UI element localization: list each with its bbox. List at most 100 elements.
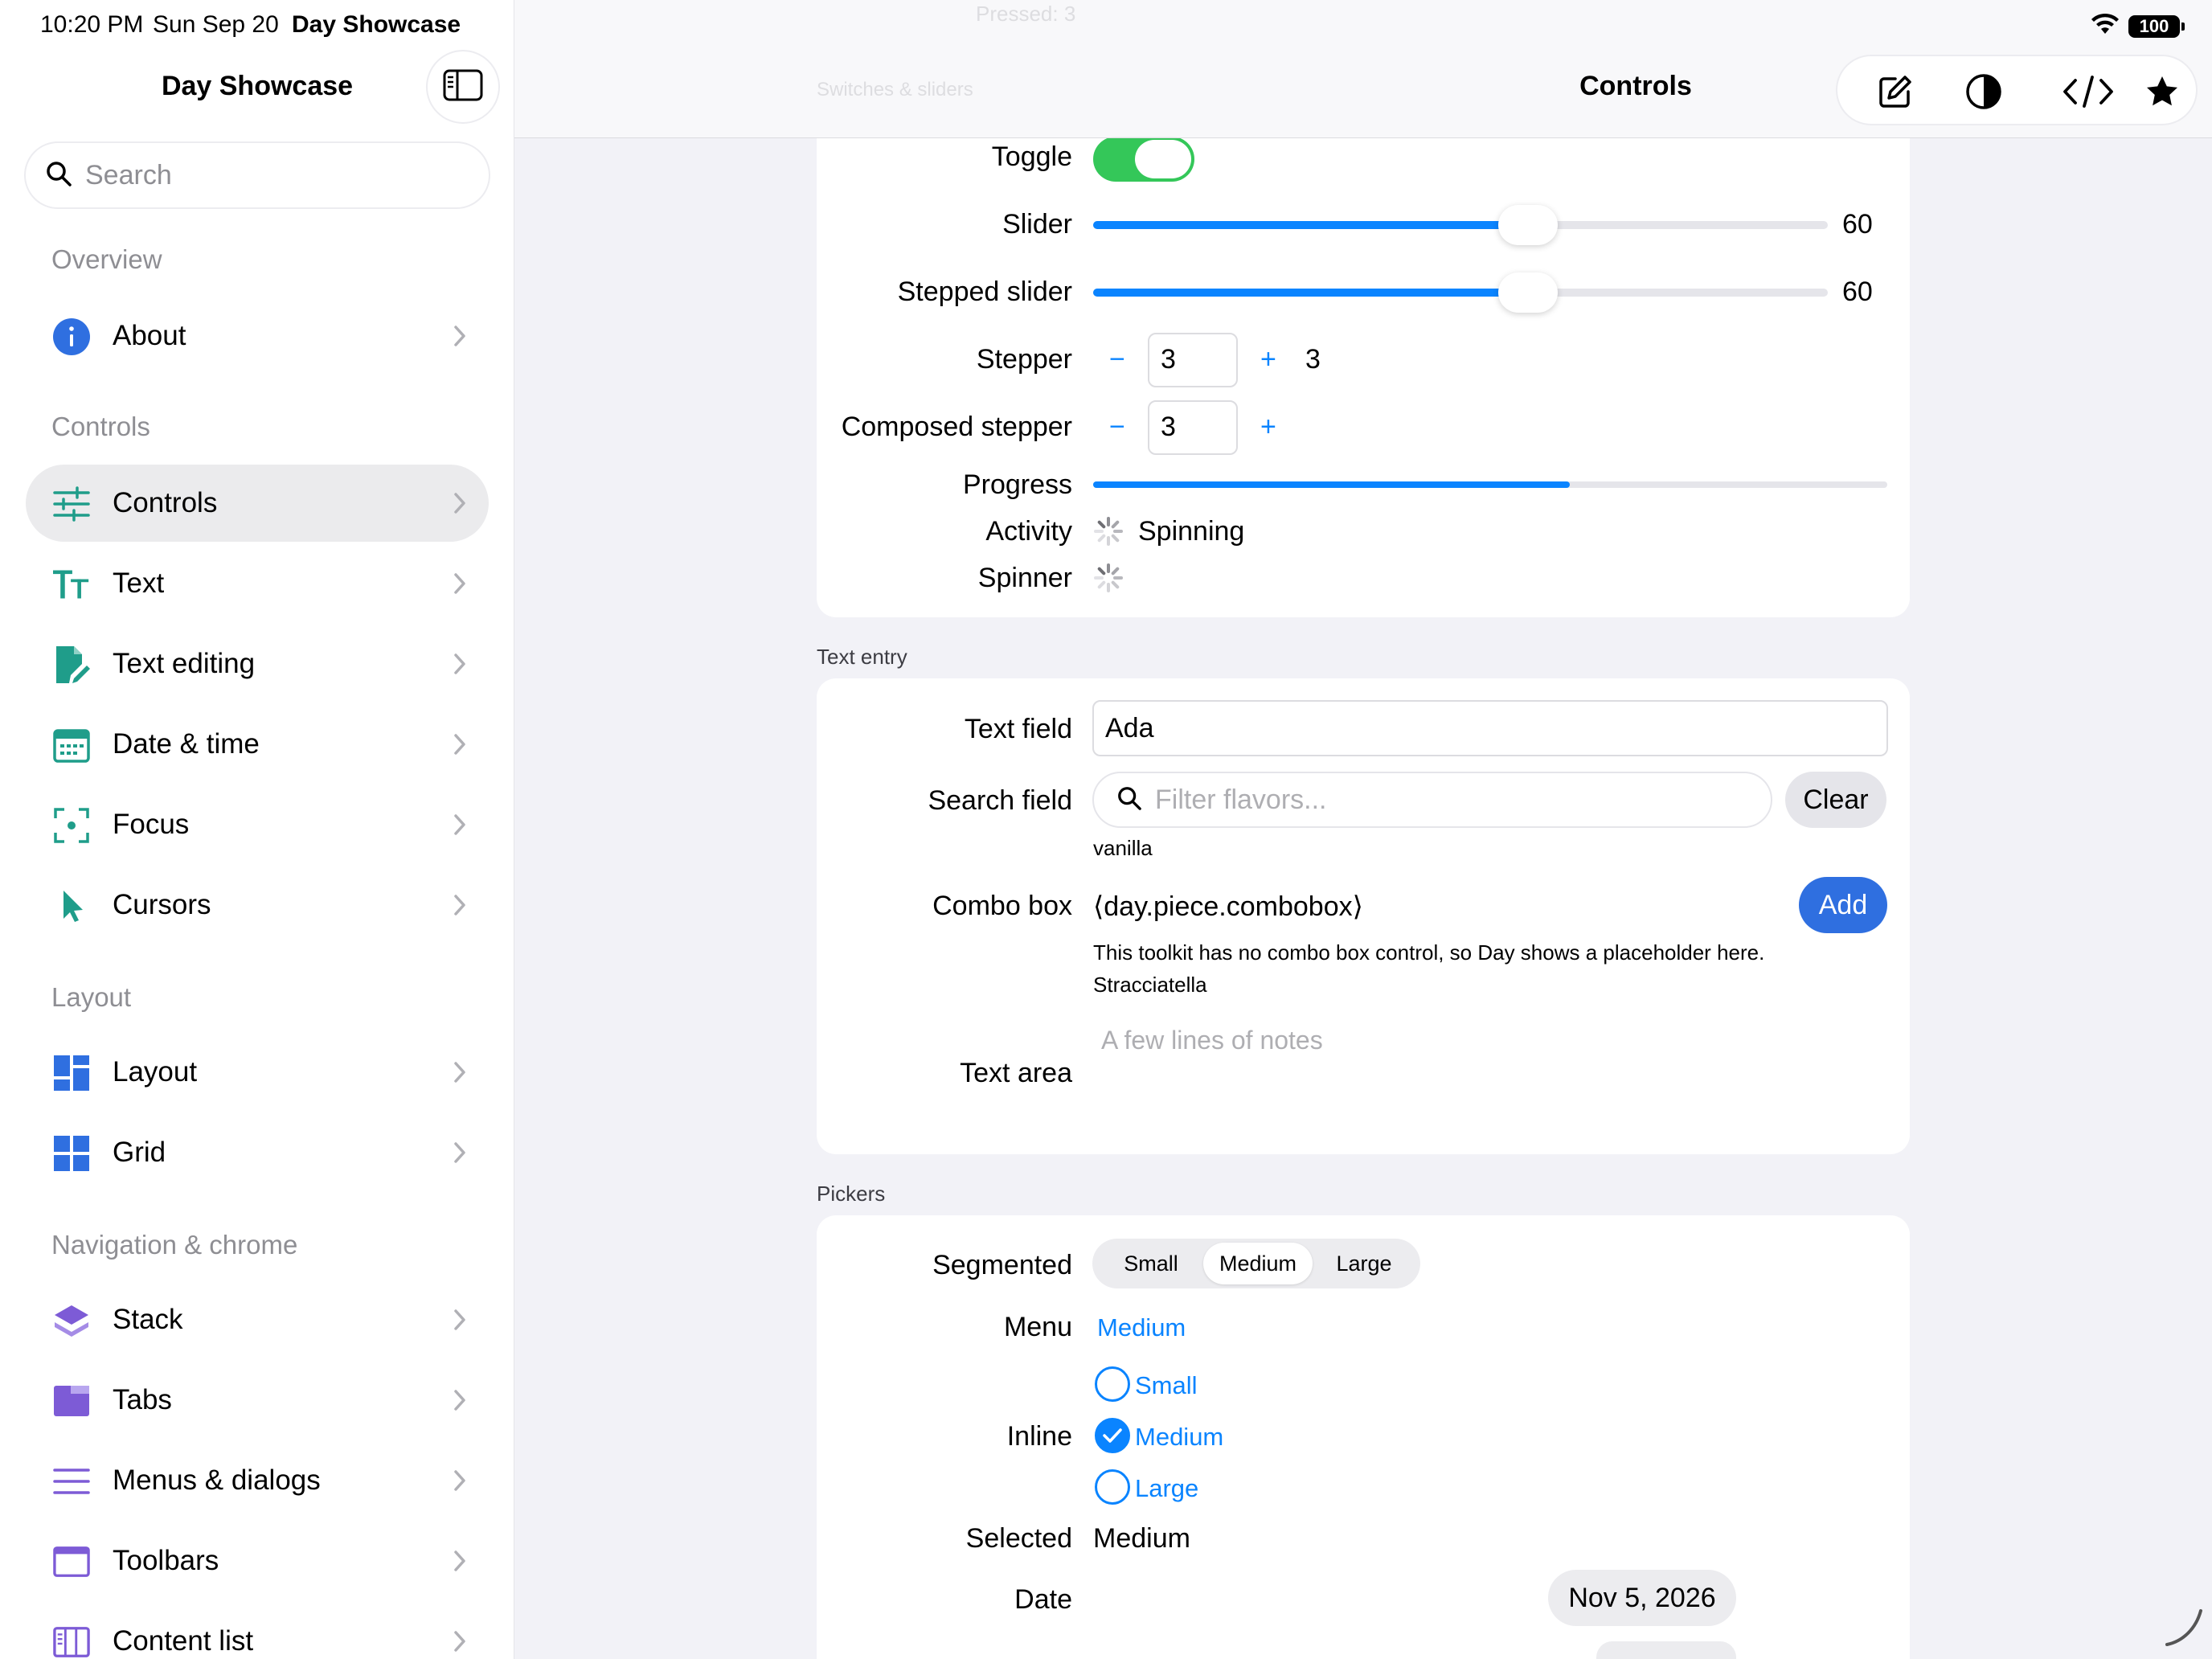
calendar-icon [53,727,90,764]
toggle-switch[interactable] [1093,137,1194,182]
add-button[interactable]: Add [1799,877,1887,933]
sidebar-search-input[interactable] [85,159,455,191]
slider-thumb[interactable] [1498,205,1558,245]
sidebar-item-label: About [113,320,186,351]
sidebar-item-text[interactable]: Text [26,545,489,622]
text-size-icon [53,566,90,603]
segment-small[interactable]: Small [1097,1243,1205,1284]
star-icon[interactable] [2143,72,2181,111]
chevron-right-icon [453,653,466,679]
chevron-right-icon [453,1469,466,1496]
sidebar-item-cursors[interactable]: Cursors [26,866,489,944]
text-area[interactable]: A few lines of notes [1093,1018,1887,1138]
slider-track[interactable] [1093,221,1828,229]
status-date: Sun Sep 20 [153,11,279,38]
toggle-knob [1135,140,1191,178]
composed-stepper-increment-button[interactable]: + [1260,412,1276,443]
chevron-right-icon [453,325,466,351]
stepped-slider-value: 60 [1842,276,1873,307]
tabs-icon [53,1382,90,1419]
sidebar-item-label: Focus [113,809,190,840]
sidebar-item-label: Grid [113,1137,166,1168]
chevron-right-icon [453,894,466,920]
segmented-label: Segmented [932,1250,1072,1280]
time-picker-button[interactable] [1596,1641,1736,1659]
chevron-right-icon [453,1630,466,1657]
sidebar-item-grid[interactable]: Grid [26,1114,489,1191]
composed-stepper-decrement-button[interactable]: − [1109,412,1125,443]
radio-medium[interactable] [1095,1418,1130,1453]
info-icon [53,318,90,355]
sidebar-item-label: Date & time [113,728,260,760]
sidebar-item-text-editing[interactable]: Text editing [26,625,489,703]
sidebar-item-label: Toolbars [113,1545,219,1576]
stepped-slider-fill [1093,289,1534,297]
sidebar-item-label: Tabs [113,1384,172,1415]
menu-lines-icon [53,1463,90,1500]
toolbar-actions [1836,55,2198,125]
sidebar-search[interactable] [24,141,490,209]
status-indicators: 100 [2090,13,2185,39]
date-picker-button[interactable]: Nov 5, 2026 [1548,1570,1736,1626]
status-bar: 10:20 PM Sun Sep 20 Day Showcase 100 [0,0,2212,51]
stepper-increment-button[interactable]: + [1260,344,1276,375]
status-app-name: Day Showcase [292,11,461,38]
stack-icon [53,1302,90,1339]
composed-stepper-label: Composed stepper [841,412,1072,442]
combo-box-placeholder[interactable]: ⟨day.piece.combobox⟩ [1093,891,1363,923]
segment-medium[interactable]: Medium [1203,1243,1313,1284]
progress-bar [1093,481,1887,488]
sidebar-item-layout[interactable]: Layout [26,1034,489,1111]
sidebar-item-label: Content list [113,1625,254,1657]
sidebar-item-menus-dialogs[interactable]: Menus & dialogs [26,1442,489,1519]
menu-picker-button[interactable]: Medium [1097,1313,1186,1342]
battery-icon: 100 [2128,14,2185,38]
sidebar-item-stack[interactable]: Stack [26,1281,489,1358]
sidebar-item-content-list[interactable]: Content list [26,1603,489,1659]
sliders-icon [53,485,90,522]
sidebar-item-controls[interactable]: Controls [26,465,489,542]
radio-label-small[interactable]: Small [1135,1371,1198,1400]
stepped-slider-label: Stepped slider [897,276,1072,307]
sidebar-item-toolbars[interactable]: Toolbars [26,1522,489,1600]
grid-icon [53,1135,90,1172]
focus-icon [53,807,90,844]
sidebar-icon [443,69,483,105]
stepped-slider-track[interactable] [1093,289,1828,297]
progress-label: Progress [962,469,1072,500]
stepper-decrement-button[interactable]: − [1109,344,1125,375]
slider-fill [1093,221,1534,229]
scroll-indicator [2164,1608,2204,1652]
sidebar-item-label: Stack [113,1304,183,1335]
sidebar-toggle-button[interactable] [426,50,500,124]
radio-label-large[interactable]: Large [1135,1474,1198,1503]
search-icon [45,160,72,191]
sidebar-item-about[interactable]: About [26,297,489,375]
code-icon[interactable] [2062,72,2114,111]
stepped-slider-thumb[interactable] [1498,272,1558,313]
appearance-icon[interactable] [1964,72,2003,111]
scrolled-section-header: Switches & sliders [817,79,973,100]
stepper-value-field[interactable]: 3 [1148,333,1238,387]
sidebar-item-tabs[interactable]: Tabs [26,1362,489,1439]
text-field-input[interactable]: Ada [1092,700,1888,756]
composed-stepper-value-field[interactable]: 3 [1148,400,1238,455]
sidebar-item-focus[interactable]: Focus [26,786,489,863]
activity-text: Spinning [1138,516,1245,547]
search-field-input[interactable] [1155,784,1734,816]
sidebar-item-label: Text editing [113,648,256,679]
clear-button[interactable]: Clear [1785,772,1886,828]
sidebar-item-label: Cursors [113,889,211,920]
section-layout: Layout [51,982,132,1012]
compose-icon[interactable] [1876,72,1915,111]
page-title: Controls [1579,71,1692,101]
sidebar-item-date-time[interactable]: Date & time [26,706,489,783]
radio-large[interactable] [1095,1469,1130,1505]
search-field[interactable] [1092,772,1772,828]
radio-small[interactable] [1095,1366,1130,1402]
date-label: Date [1014,1584,1072,1615]
progress-fill [1093,481,1570,488]
segment-large[interactable]: Large [1313,1243,1415,1284]
radio-label-medium[interactable]: Medium [1135,1423,1223,1452]
layout-icon [53,1055,90,1092]
